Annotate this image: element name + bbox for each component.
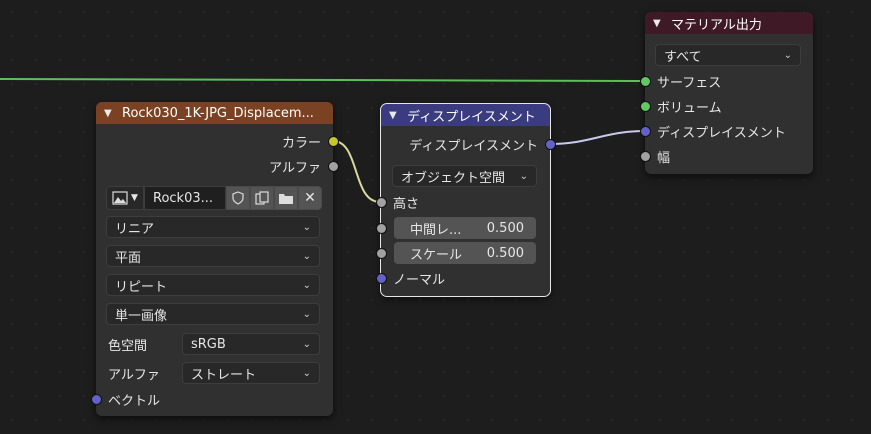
output-color-socket[interactable] (328, 136, 339, 147)
vector-input-label: ベクトル (108, 393, 161, 409)
link-to-surface (0, 78, 646, 82)
scale-field[interactable]: スケール 0.500 (394, 242, 536, 264)
output-alpha-socket[interactable] (328, 161, 339, 172)
image-selector: ▼ Rock03... ✕ (106, 186, 322, 210)
fake-user-button[interactable] (226, 186, 250, 210)
image-type-button[interactable]: ▼ (106, 186, 144, 210)
thickness-socket[interactable] (640, 151, 651, 162)
volume-label: ボリューム (657, 100, 722, 116)
folder-icon (279, 194, 293, 204)
displacement-node[interactable]: ▼ ディスプレイスメント ディスプレイスメント オブジェクト空間 ⌄ 高さ 中間… (376, 103, 556, 297)
chevron-down-icon: ⌄ (783, 49, 792, 61)
alpha-mode-value: ストレート (191, 367, 257, 383)
midlevel-label: 中間レ... (410, 222, 462, 238)
material-output-node[interactable]: ▼ マテリアル出力 すべて ⌄ サーフェス ボリューム ディスプレイスメント 幅 (640, 12, 813, 174)
output-alpha-label: アルファ (269, 160, 321, 176)
output-displacement-socket[interactable] (545, 139, 556, 150)
duplicate-button[interactable] (250, 186, 274, 210)
surface-label: サーフェス (657, 75, 722, 91)
chevron-down-icon: ⌄ (302, 308, 311, 320)
link-color-to-height (332, 140, 381, 203)
normal-input-row: ノーマル (381, 267, 550, 289)
thickness-input-row: 幅 (645, 145, 813, 167)
output-color-row: カラー (96, 130, 333, 152)
displacement-input-socket[interactable] (640, 126, 651, 137)
interpolation-dropdown[interactable]: リニア ⌄ (106, 216, 320, 238)
image-name: Rock03... (153, 190, 214, 206)
height-label: 高さ (393, 196, 420, 212)
scale-label: スケール (410, 247, 463, 263)
midlevel-field[interactable]: 中間レ... 0.500 (394, 217, 536, 239)
volume-input-row: ボリューム (645, 95, 813, 117)
height-input-socket[interactable] (376, 197, 387, 208)
displacement-input-label: ディスプレイスメント (657, 125, 786, 141)
displacement-input-row: ディスプレイスメント (645, 120, 813, 142)
extension-value: リピート (115, 279, 168, 295)
image-texture-node[interactable]: ▼ Rock030_1K-JPG_Displacem... カラー アルファ ▼… (91, 102, 339, 416)
output-alpha-row: アルファ (96, 155, 333, 177)
chevron-down-icon[interactable]: ▼ (104, 108, 116, 119)
projection-dropdown[interactable]: 平面 ⌄ (106, 245, 320, 267)
projection-value: 平面 (115, 250, 142, 266)
node-title: マテリアル出力 (671, 17, 762, 33)
height-input-row: 高さ (381, 191, 550, 213)
image-icon (112, 191, 128, 205)
chevron-down-icon: ⌄ (302, 367, 311, 379)
chevron-down-icon: ⌄ (519, 170, 528, 182)
target-dropdown[interactable]: すべて ⌄ (655, 44, 801, 66)
open-image-button[interactable] (274, 186, 298, 210)
surface-input-row: サーフェス (645, 70, 813, 92)
color-space-dropdown[interactable]: sRGB ⌄ (182, 333, 320, 355)
duplicate-icon (255, 191, 269, 205)
volume-socket[interactable] (640, 101, 651, 112)
close-icon: ✕ (304, 190, 316, 206)
extension-dropdown[interactable]: リピート ⌄ (106, 274, 320, 296)
chevron-down-icon: ▼ (131, 193, 138, 203)
color-space-label: 色空間 (108, 338, 148, 354)
color-space-value: sRGB (191, 336, 226, 352)
chevron-down-icon[interactable]: ▼ (389, 110, 401, 121)
space-dropdown[interactable]: オブジェクト空間 ⌄ (392, 165, 537, 187)
image-texture-header[interactable]: ▼ Rock030_1K-JPG_Displacem... (96, 102, 333, 124)
chevron-down-icon: ⌄ (302, 279, 311, 291)
thickness-label: 幅 (657, 150, 671, 166)
vector-input-row: ベクトル (96, 388, 333, 410)
node-title: ディスプレイスメント (407, 109, 536, 125)
link-displacement-to-output (549, 130, 646, 145)
alpha-mode-label: アルファ (108, 367, 160, 383)
target-value: すべて (664, 49, 702, 65)
surface-socket[interactable] (640, 76, 651, 87)
output-displacement-label: ディスプレイスメント (409, 138, 538, 154)
node-title: Rock030_1K-JPG_Displacem... (122, 105, 314, 121)
midlevel-value: 0.500 (486, 220, 524, 236)
material-output-header[interactable]: ▼ マテリアル出力 (645, 12, 813, 34)
unlink-image-button[interactable]: ✕ (298, 186, 322, 210)
chevron-down-icon: ⌄ (302, 338, 311, 350)
displacement-header[interactable]: ▼ ディスプレイスメント (381, 104, 550, 126)
interpolation-value: リニア (115, 221, 155, 237)
chevron-down-icon: ⌄ (302, 250, 311, 262)
normal-label: ノーマル (393, 272, 446, 288)
output-color-label: カラー (281, 135, 321, 151)
shield-icon (232, 191, 244, 205)
midlevel-socket[interactable] (376, 223, 387, 234)
alpha-mode-dropdown[interactable]: ストレート ⌄ (182, 362, 320, 384)
scale-socket[interactable] (376, 248, 387, 259)
source-dropdown[interactable]: 単一画像 ⌄ (106, 303, 320, 325)
output-displacement-row: ディスプレイスメント (381, 133, 550, 155)
space-value: オブジェクト空間 (401, 170, 506, 186)
normal-input-socket[interactable] (376, 273, 387, 284)
source-value: 単一画像 (115, 308, 168, 324)
scale-value: 0.500 (486, 245, 524, 261)
vector-input-socket[interactable] (91, 394, 102, 405)
chevron-down-icon: ⌄ (302, 221, 311, 233)
image-name-field[interactable]: Rock03... (144, 186, 226, 210)
chevron-down-icon[interactable]: ▼ (653, 18, 665, 29)
